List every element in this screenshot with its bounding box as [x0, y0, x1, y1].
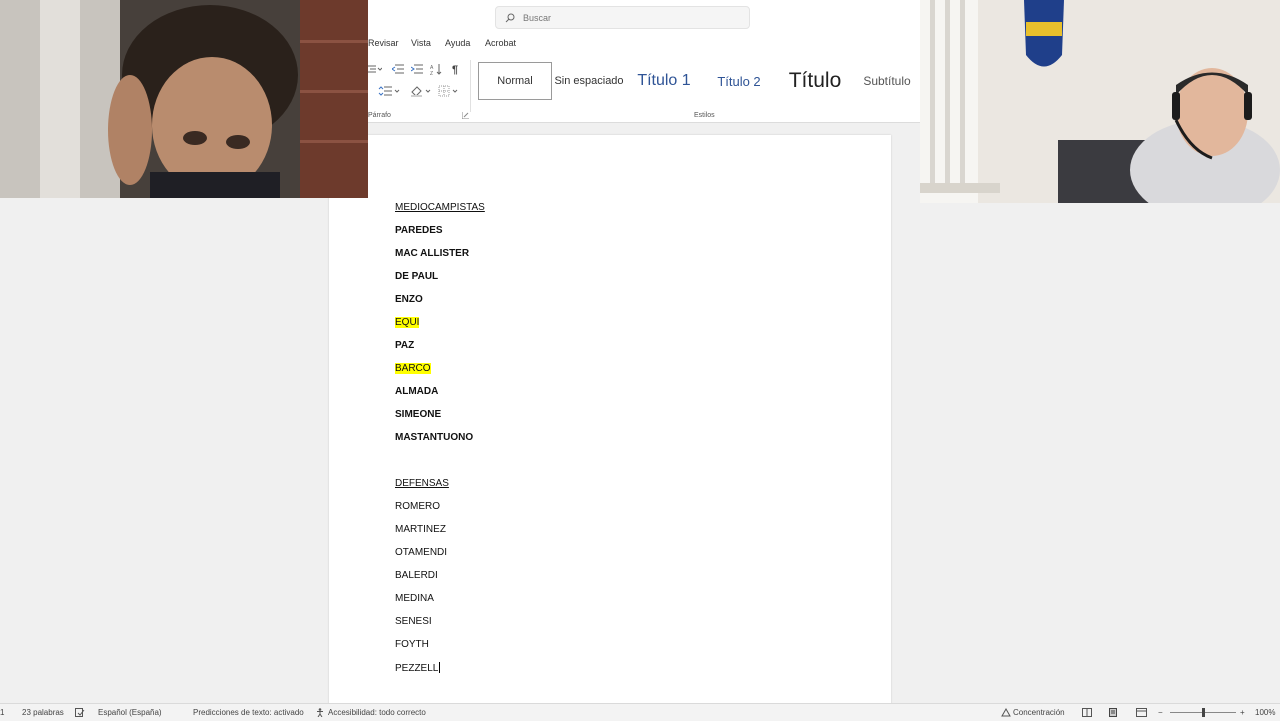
language-indicator[interactable]: Español (España) — [98, 708, 162, 717]
list-item: MEDINA — [395, 593, 434, 604]
list-item: FOYTH — [395, 639, 429, 650]
webcam-right — [920, 0, 1280, 203]
list-item: ALMADA — [395, 386, 439, 397]
list-item: SENESI — [395, 616, 432, 627]
focus-mode[interactable]: Concentración — [1013, 708, 1065, 717]
mid-heading: MEDIOCAMPISTAS — [395, 202, 485, 213]
document-page[interactable]: MEDIOCAMPISTAS PAREDES MAC ALLISTER DE P… — [329, 135, 891, 705]
line-spacing-icon[interactable] — [378, 86, 400, 99]
list-item-highlighted: BARCO — [395, 363, 431, 375]
list-item: BALERDI — [395, 570, 438, 581]
paragraph-group-label: Párrafo — [368, 112, 391, 119]
pilcrow-icon[interactable]: ¶ — [452, 64, 458, 76]
current-line-text: PEZZELL — [395, 663, 439, 674]
list-item: PAZ — [395, 340, 415, 351]
status-bar: 1 23 palabras Español (España) Prediccio… — [0, 703, 1280, 721]
accessibility-status[interactable]: Accesibilidad: todo correcto — [328, 708, 426, 717]
accessibility-icon[interactable] — [316, 708, 326, 719]
search-icon — [505, 13, 515, 23]
sort-icon[interactable]: AZ — [430, 63, 442, 78]
zoom-in-icon[interactable]: + — [1240, 708, 1245, 717]
tab-ayuda[interactable]: Ayuda — [445, 38, 470, 48]
style-subtitulo[interactable]: Subtítulo — [856, 62, 918, 100]
style-normal[interactable]: Normal — [478, 62, 552, 100]
print-layout-icon[interactable] — [1108, 708, 1118, 719]
page-indicator[interactable]: 1 — [0, 708, 4, 717]
list-item: ROMERO — [395, 501, 440, 512]
text-predictions[interactable]: Predicciones de texto: activado — [193, 708, 304, 717]
ribbon-divider — [470, 60, 471, 112]
list-item: MAC ALLISTER — [395, 248, 470, 259]
increase-indent-icon[interactable] — [410, 64, 423, 77]
search-placeholder: Buscar — [523, 12, 552, 23]
spelling-icon[interactable] — [75, 708, 85, 719]
webcam-left — [0, 0, 368, 198]
list-item-highlighted: EQUI — [395, 317, 420, 329]
shading-icon[interactable] — [410, 85, 434, 100]
zoom-slider-thumb[interactable] — [1202, 708, 1205, 717]
tab-vista[interactable]: Vista — [411, 38, 431, 48]
style-titulo-2[interactable]: Título 2 — [706, 62, 772, 100]
style-titulo-1[interactable]: Título 1 — [630, 62, 698, 100]
styles-group-label: Estilos — [694, 112, 715, 119]
tab-revisar[interactable]: Revisar — [368, 38, 399, 48]
focus-icon[interactable] — [1001, 707, 1011, 719]
web-layout-icon[interactable] — [1136, 708, 1147, 719]
zoom-level[interactable]: 100% — [1255, 708, 1275, 717]
list-item: MASTANTUONO — [395, 432, 474, 443]
paragraph-dialog-launcher-icon[interactable] — [461, 112, 469, 121]
styles-gallery: Normal Sin espaciado Título 1 Título 2 T… — [478, 62, 918, 102]
text-cursor — [439, 662, 441, 673]
multilevel-list-icon[interactable] — [368, 64, 383, 77]
zoom-out-icon[interactable]: − — [1158, 708, 1163, 717]
tab-acrobat[interactable]: Acrobat — [485, 38, 516, 48]
search-box[interactable]: Buscar — [495, 6, 750, 29]
svg-text:Z: Z — [430, 71, 433, 75]
list-item: OTAMENDI — [395, 547, 448, 558]
list-item: DE PAUL — [395, 271, 439, 282]
decrease-indent-icon[interactable] — [391, 64, 404, 77]
highlighted-text: BARCO — [395, 363, 431, 374]
list-item: PAREDES — [395, 225, 443, 236]
list-item-current[interactable]: PEZZELL — [395, 662, 441, 675]
list-item: SIMEONE — [395, 409, 442, 420]
style-titulo[interactable]: Título — [780, 62, 850, 100]
highlighted-text: EQUI — [395, 317, 420, 328]
word-count[interactable]: 23 palabras — [22, 708, 64, 717]
def-heading: DEFENSAS — [395, 478, 449, 489]
style-sin-espaciado[interactable]: Sin espaciado — [554, 62, 624, 100]
list-item: ENZO — [395, 294, 423, 305]
list-item: MARTINEZ — [395, 524, 446, 535]
borders-icon[interactable] — [438, 85, 462, 100]
read-mode-icon[interactable] — [1082, 708, 1092, 719]
